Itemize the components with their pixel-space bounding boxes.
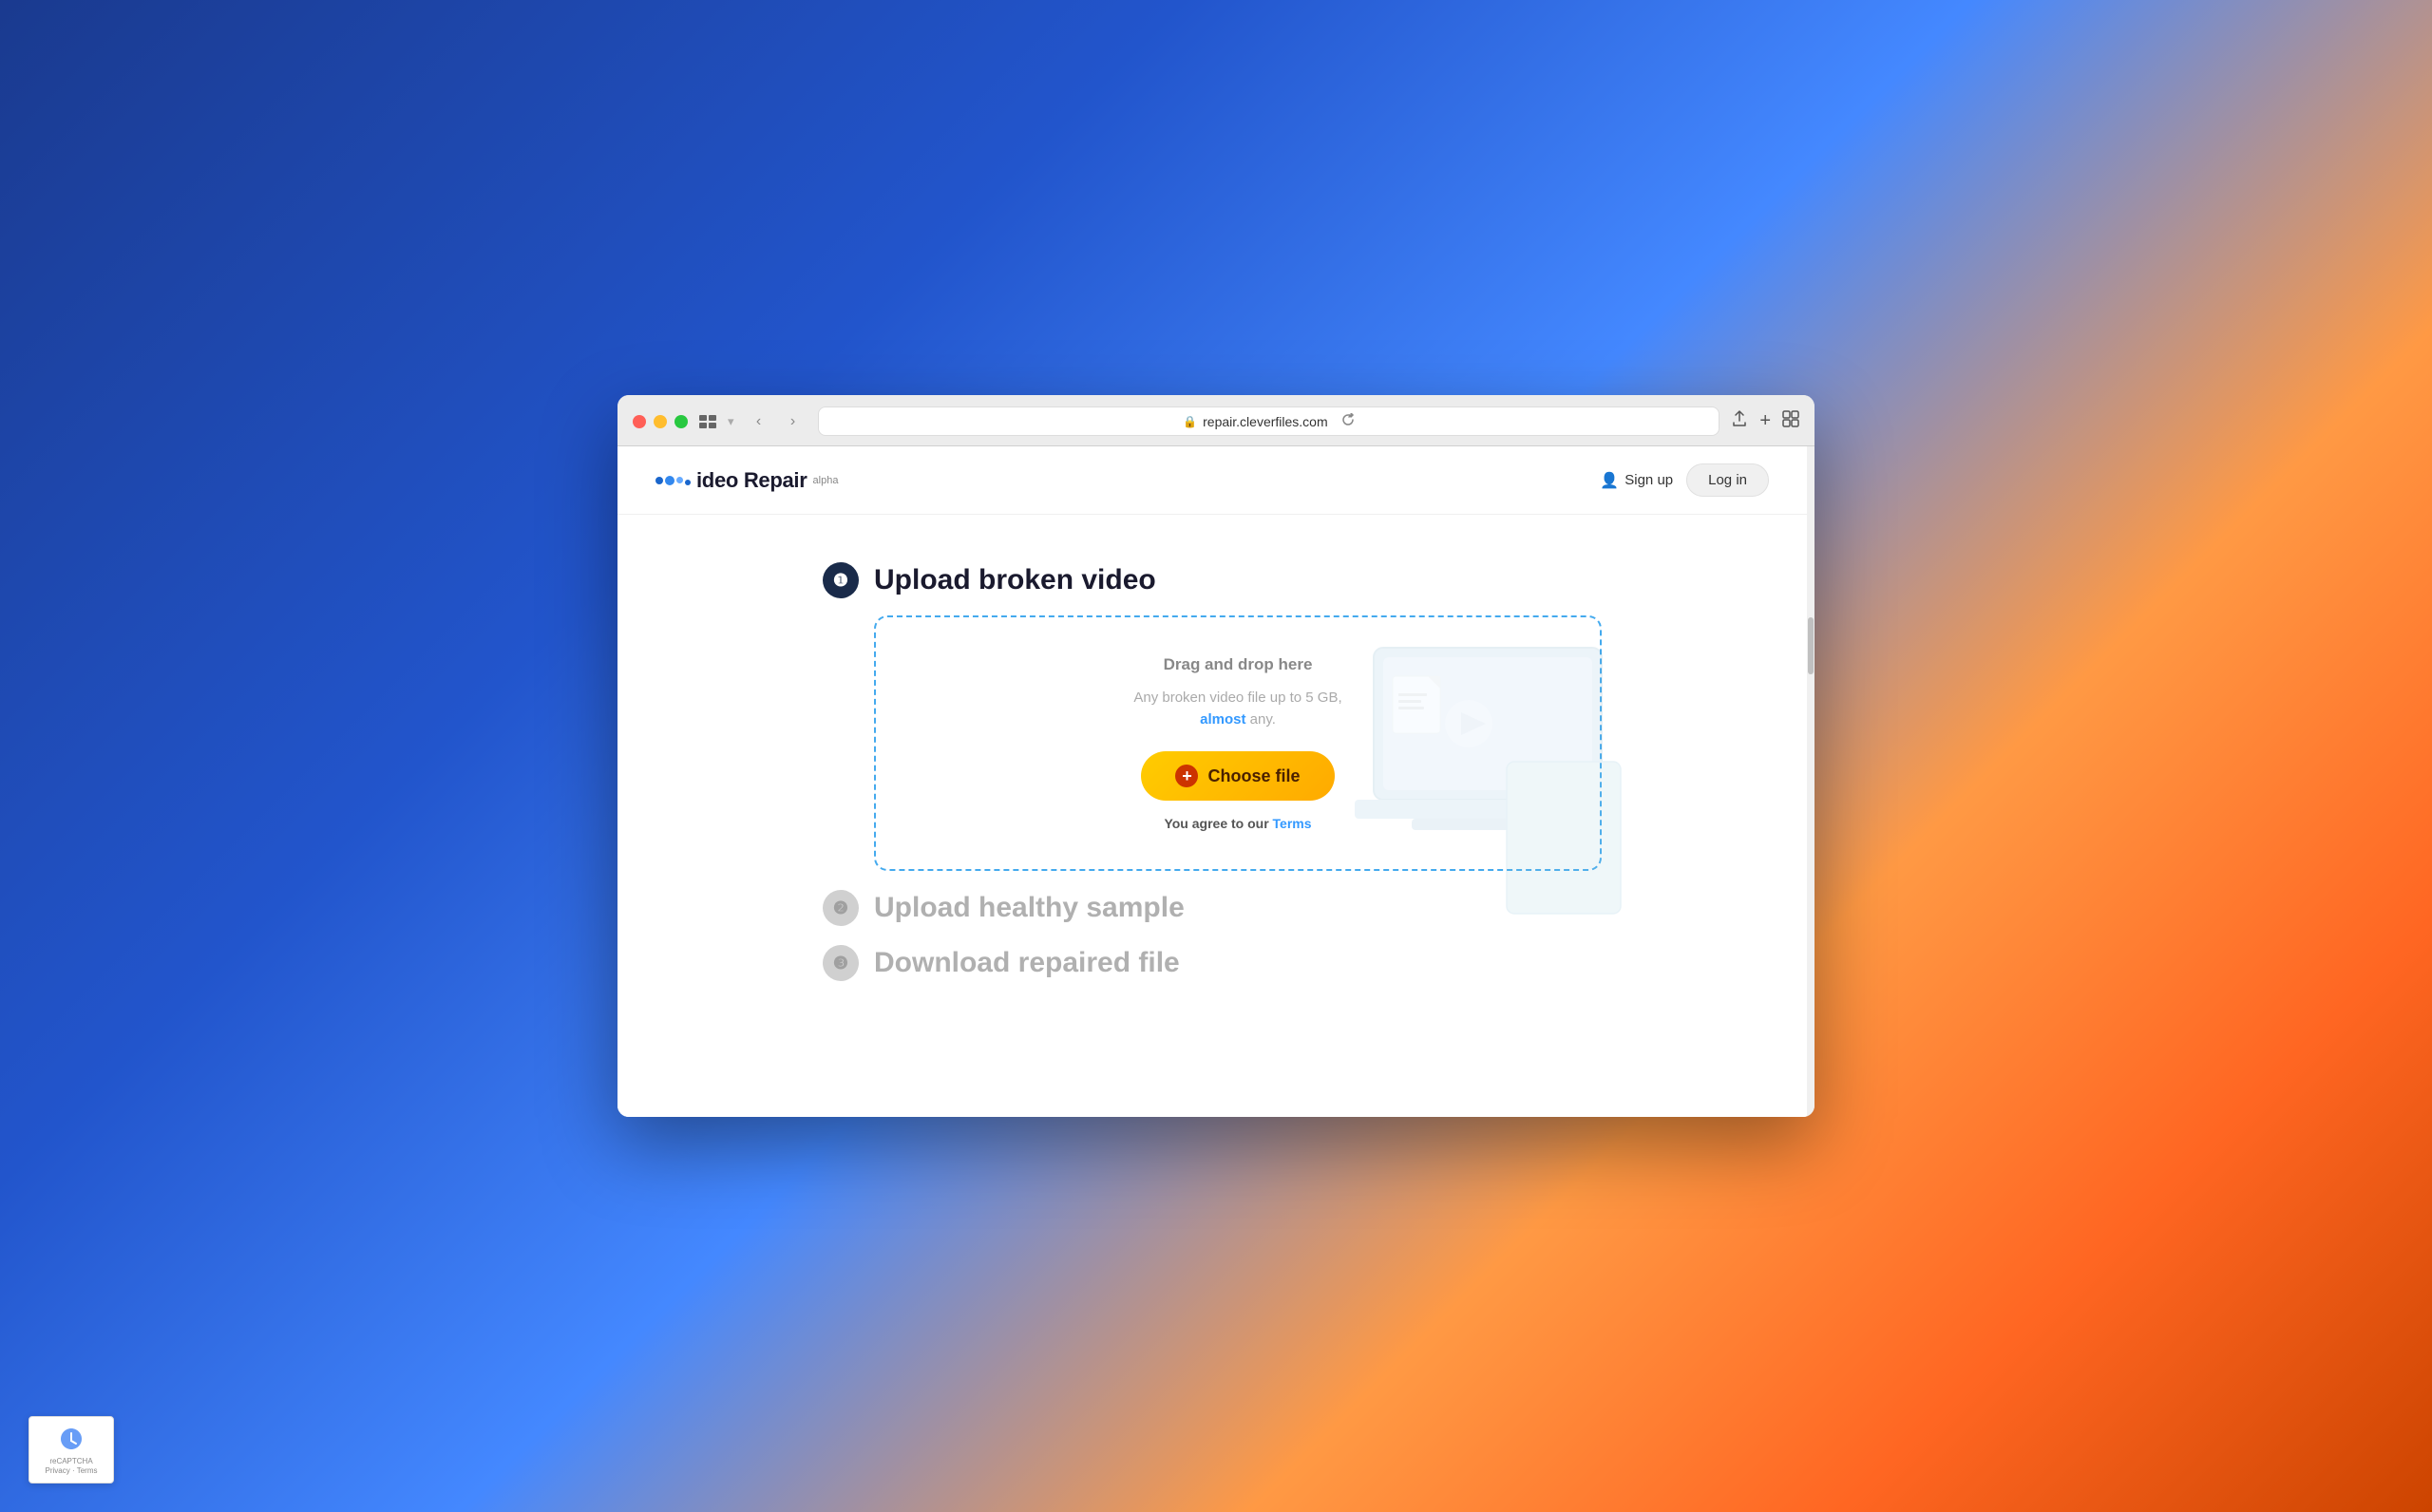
choose-file-label: Choose file <box>1207 766 1300 786</box>
logo-dot-4 <box>685 480 691 485</box>
browser-window: ▾ ‹ › 🔒 repair.cleverfiles.com + <box>618 395 1814 1117</box>
almost-link[interactable]: almost <box>1200 711 1245 728</box>
scrollbar-thumb[interactable] <box>1808 617 1814 674</box>
login-label: Log in <box>1708 472 1747 488</box>
address-bar[interactable]: 🔒 repair.cleverfiles.com <box>818 406 1720 436</box>
scrollbar[interactable] <box>1807 446 1814 1117</box>
logo-dot-3 <box>676 477 683 483</box>
browser-controls: ‹ › <box>746 408 807 435</box>
new-tab-icon[interactable]: + <box>1759 410 1771 432</box>
upload-dropzone[interactable]: Drag and drop here Any broken video file… <box>874 615 1602 871</box>
lock-icon: 🔒 <box>1183 415 1197 428</box>
user-icon: 👤 <box>1600 471 1619 490</box>
recaptcha-terms-link[interactable]: Terms <box>77 1466 98 1475</box>
recaptcha-links: Privacy · Terms <box>39 1466 104 1475</box>
browser-content: ideo Repair alpha 👤 Sign up Log in <box>618 446 1807 1117</box>
tab-switcher-icon[interactable] <box>699 415 716 428</box>
terms-before: You agree to our <box>1164 816 1272 831</box>
share-icon[interactable] <box>1731 410 1748 432</box>
step-1-number: ❶ <box>823 562 859 598</box>
header-actions: 👤 Sign up Log in <box>1600 463 1769 497</box>
step-2-number: ❷ <box>823 890 859 926</box>
tab-dropdown[interactable]: ▾ <box>728 414 734 429</box>
maximize-button[interactable] <box>674 415 688 428</box>
subtitle-after: any. <box>1250 711 1276 728</box>
close-button[interactable] <box>633 415 646 428</box>
terms-link[interactable]: Terms <box>1273 816 1312 831</box>
recaptcha-badge: reCAPTCHA Privacy · Terms <box>28 1416 114 1484</box>
forward-button[interactable]: › <box>780 408 807 435</box>
step-1-header: ❶ Upload broken video <box>823 562 1602 598</box>
page-content: ideo Repair alpha 👤 Sign up Log in <box>618 446 1807 1117</box>
logo-dots <box>656 476 691 485</box>
url-text: repair.cleverfiles.com <box>1203 414 1328 429</box>
step-3-title: Download repaired file <box>874 947 1180 979</box>
minimize-button[interactable] <box>654 415 667 428</box>
browser-chrome: ▾ ‹ › 🔒 repair.cleverfiles.com + <box>618 395 1814 446</box>
login-button[interactable]: Log in <box>1686 463 1769 497</box>
plus-icon: + <box>1175 765 1198 787</box>
main-content: ❶ Upload broken video Drag and drop here… <box>785 515 1640 1038</box>
choose-file-button[interactable]: + Choose file <box>1141 751 1334 801</box>
step-1-number-text: ❶ <box>833 571 848 591</box>
logo-dot-1 <box>656 477 663 484</box>
step-1-title: Upload broken video <box>874 564 1156 596</box>
traffic-lights <box>633 415 688 428</box>
step-3-number-text: ❸ <box>833 954 848 973</box>
drag-drop-text: Drag and drop here <box>904 655 1571 674</box>
recaptcha-logo <box>57 1425 86 1453</box>
browser-actions: + <box>1731 410 1799 432</box>
refresh-icon[interactable] <box>1341 413 1355 429</box>
step-2-title: Upload healthy sample <box>874 892 1185 924</box>
step-2-section: ❷ Upload healthy sample <box>823 890 1602 926</box>
step-1-section: ❶ Upload broken video Drag and drop here… <box>823 562 1602 871</box>
site-header: ideo Repair alpha 👤 Sign up Log in <box>618 446 1807 515</box>
logo-area: ideo Repair alpha <box>656 468 838 493</box>
recaptcha-text: reCAPTCHA <box>39 1457 104 1466</box>
step-2-number-text: ❷ <box>833 898 848 918</box>
recaptcha-separator: · <box>72 1466 75 1475</box>
step-3-section: ❸ Download repaired file <box>823 945 1602 981</box>
subtitle-before: Any broken video file up to 5 GB, <box>1133 690 1341 706</box>
back-button[interactable]: ‹ <box>746 408 772 435</box>
signup-button[interactable]: 👤 Sign up <box>1600 471 1673 490</box>
browser-content-wrapper: ideo Repair alpha 👤 Sign up Log in <box>618 446 1814 1117</box>
logo-text: ideo Repair <box>696 468 808 493</box>
logo-dot-2 <box>665 476 674 485</box>
recaptcha-privacy-link[interactable]: Privacy <box>46 1466 70 1475</box>
signup-label: Sign up <box>1624 472 1673 488</box>
dropzone-subtitle: Any broken video file up to 5 GB, almost… <box>904 688 1571 730</box>
logo-alpha-badge: alpha <box>813 475 839 486</box>
step-3-number: ❸ <box>823 945 859 981</box>
terms-text: You agree to our Terms <box>904 816 1571 831</box>
tabs-icon[interactable] <box>1782 410 1799 432</box>
